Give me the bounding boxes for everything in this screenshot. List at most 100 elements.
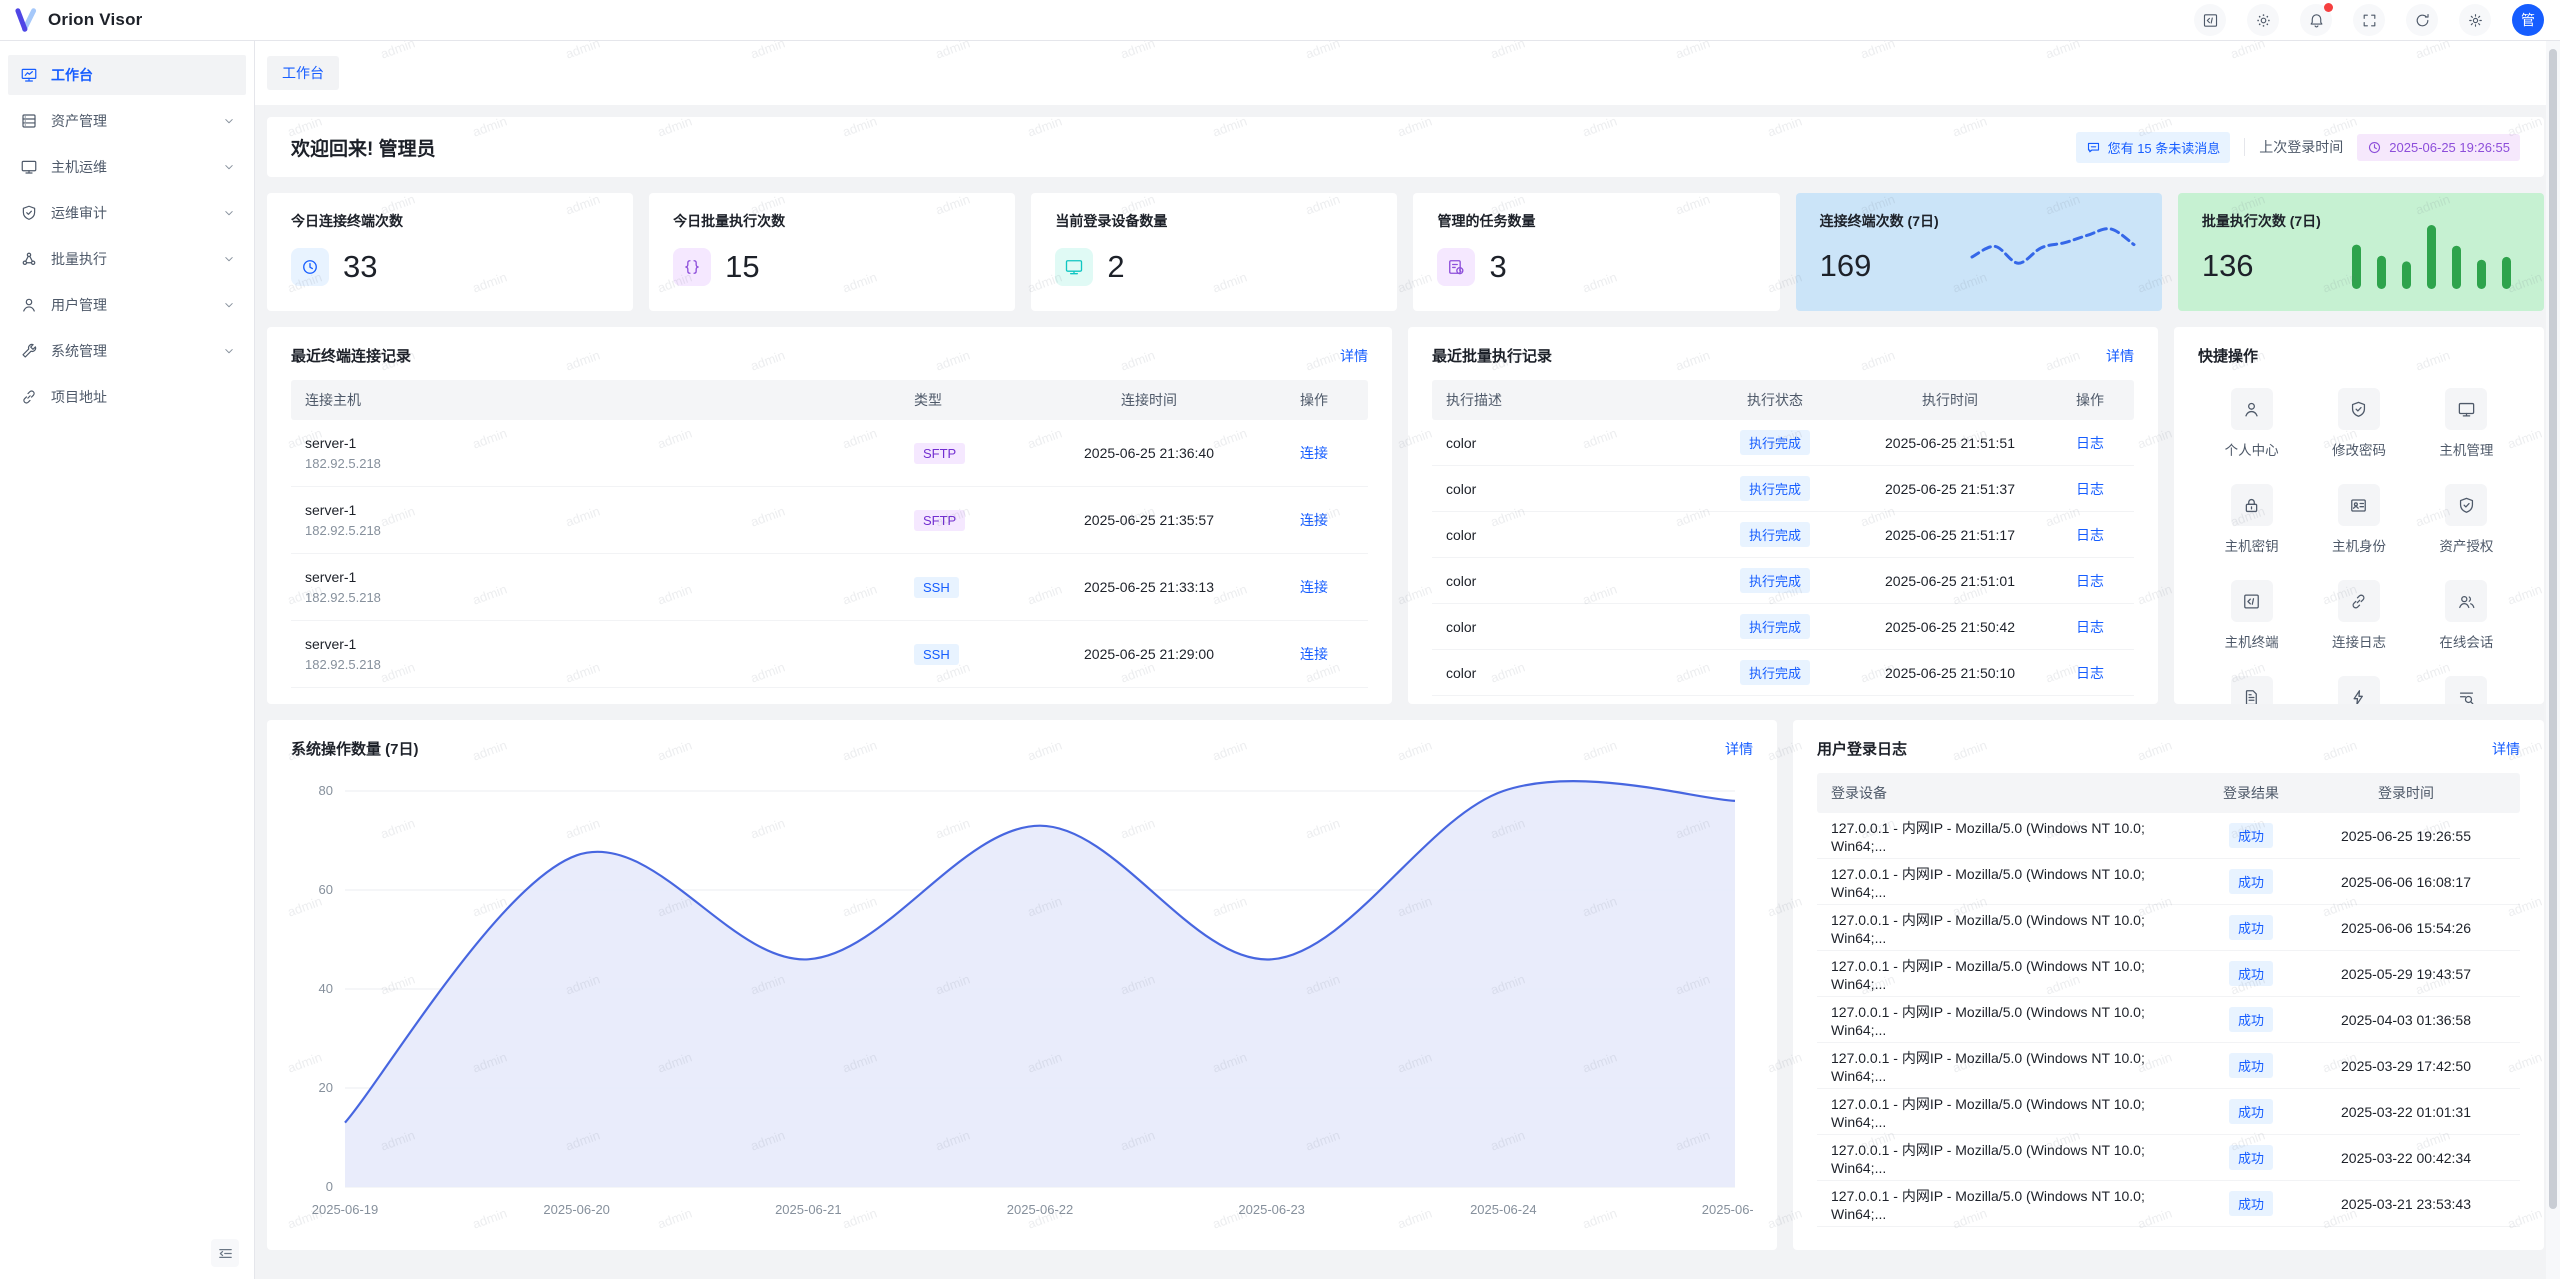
code-square-icon bbox=[2231, 580, 2273, 622]
exec-description: color bbox=[1446, 665, 1710, 681]
quick-action-connection-log[interactable]: 连接日志 bbox=[2305, 580, 2412, 651]
login-device: 127.0.0.1 - 内网IP - Mozilla/5.0 (Windows … bbox=[1831, 1094, 2196, 1130]
refresh-button[interactable] bbox=[2406, 4, 2438, 36]
col-login-result: 登录结果 bbox=[2196, 783, 2306, 803]
svg-text:2025-06-24: 2025-06-24 bbox=[1470, 1202, 1537, 1217]
login-table-header: 登录设备 登录结果 登录时间 bbox=[1817, 773, 2520, 813]
stats-row: 今日连接终端次数 33 今日批量执行次数 15 当前登录设备数量 2 管理的任务… bbox=[267, 193, 2544, 311]
terminal-connection-row: server-1 182.92.5.218 SFTP 2025-06-25 21… bbox=[291, 420, 1368, 487]
login-log-detail-link[interactable]: 详情 bbox=[2492, 739, 2520, 759]
scrollbar-thumb[interactable] bbox=[2549, 49, 2557, 1209]
stat-label: 管理的任务数量 bbox=[1437, 211, 1755, 231]
protocol-badge: SFTP bbox=[914, 443, 965, 464]
login-device: 127.0.0.1 - 内网IP - Mozilla/5.0 (Windows … bbox=[1831, 864, 2196, 900]
monitor-icon bbox=[1055, 248, 1093, 286]
id-card-icon bbox=[2338, 484, 2380, 526]
col-exec-desc: 执行描述 bbox=[1446, 390, 1710, 410]
exec-status-badge: 执行完成 bbox=[1740, 568, 1810, 593]
ops-chart-detail-link[interactable]: 详情 bbox=[1725, 739, 1753, 759]
login-result-badge: 成功 bbox=[2229, 915, 2273, 940]
log-link[interactable]: 日志 bbox=[2076, 619, 2104, 635]
log-link[interactable]: 日志 bbox=[2076, 573, 2104, 589]
theme-sun-button[interactable] bbox=[2247, 4, 2279, 36]
terminal-card-title: 最近终端连接记录 bbox=[291, 345, 411, 366]
scrollbar-track[interactable] bbox=[2546, 41, 2560, 1279]
connect-time: 2025-06-25 21:33:13 bbox=[1024, 579, 1274, 595]
connect-link[interactable]: 连接 bbox=[1300, 646, 1328, 662]
login-log-row: 127.0.0.1 - 内网IP - Mozilla/5.0 (Windows … bbox=[1817, 1135, 2520, 1181]
sidebar-item-project-url[interactable]: 项目地址 bbox=[8, 377, 246, 417]
quick-action-label: 在线会话 bbox=[2413, 631, 2520, 651]
quick-action-execution-log[interactable]: 执行日志 bbox=[2413, 676, 2520, 704]
connect-link[interactable]: 连接 bbox=[1300, 512, 1328, 528]
login-log-card: 用户登录日志 详情 登录设备 登录结果 登录时间 127.0.0.1 - 内网I… bbox=[1793, 720, 2544, 1250]
user-avatar[interactable]: 管 bbox=[2512, 4, 2544, 36]
bottom-row: 系统操作数量 (7日) 详情 0204060802025-06-192025-0… bbox=[267, 720, 2544, 1250]
sidebar-collapse-button[interactable] bbox=[211, 1239, 239, 1267]
connect-link[interactable]: 连接 bbox=[1300, 445, 1328, 461]
sidebar-item-label: 主机运维 bbox=[51, 157, 209, 177]
protocol-badge: SFTP bbox=[914, 510, 965, 531]
col-exec-time: 执行时间 bbox=[1840, 390, 2060, 410]
quick-action-file-operation-log[interactable]: 文件操作日志 bbox=[2198, 676, 2305, 704]
exec-detail-link[interactable]: 详情 bbox=[2106, 346, 2134, 366]
quick-action-change-password[interactable]: 修改密码 bbox=[2305, 388, 2412, 459]
clock-icon bbox=[2367, 140, 2382, 155]
code-square-button[interactable] bbox=[2194, 4, 2226, 36]
connect-link[interactable]: 连接 bbox=[1300, 579, 1328, 595]
quick-action-host-identity[interactable]: 主机身份 bbox=[2305, 484, 2412, 555]
quick-action-host-key[interactable]: 主机密钥 bbox=[2198, 484, 2305, 555]
sidebar-item-label: 系统管理 bbox=[51, 341, 209, 361]
quick-action-label: 主机终端 bbox=[2198, 631, 2305, 651]
svg-text:20: 20 bbox=[319, 1080, 333, 1095]
svg-text:2025-06-21: 2025-06-21 bbox=[775, 1202, 842, 1217]
breadcrumb-workbench[interactable]: 工作台 bbox=[267, 56, 339, 90]
quick-action-command-execution[interactable]: 命令执行 bbox=[2305, 676, 2412, 704]
unread-messages-pill[interactable]: 您有 15 条未读消息 bbox=[2076, 132, 2231, 163]
log-link[interactable]: 日志 bbox=[2076, 665, 2104, 681]
sidebar-item-host-operations[interactable]: 主机运维 bbox=[8, 147, 246, 187]
col-exec-action: 操作 bbox=[2060, 390, 2120, 410]
quick-action-asset-authorization[interactable]: 资产授权 bbox=[2413, 484, 2520, 555]
quick-action-host-terminal[interactable]: 主机终端 bbox=[2198, 580, 2305, 651]
sidebar-item-asset-management[interactable]: 资产管理 bbox=[8, 101, 246, 141]
log-link[interactable]: 日志 bbox=[2076, 435, 2104, 451]
sidebar-item-system-management[interactable]: 系统管理 bbox=[8, 331, 246, 371]
fullscreen-button[interactable] bbox=[2353, 4, 2385, 36]
sidebar-item-label: 批量执行 bbox=[51, 249, 209, 269]
svg-text:60: 60 bbox=[319, 882, 333, 897]
sidebar-item-workbench[interactable]: 工作台 bbox=[8, 55, 246, 95]
link-icon bbox=[20, 388, 38, 406]
exec-description: color bbox=[1446, 481, 1710, 497]
log-link[interactable]: 日志 bbox=[2076, 481, 2104, 497]
notification-bell-button[interactable] bbox=[2300, 4, 2332, 36]
settings-gear-button[interactable] bbox=[2459, 4, 2491, 36]
quick-action-online-session[interactable]: 在线会话 bbox=[2413, 580, 2520, 651]
unread-messages-text: 您有 15 条未读消息 bbox=[2108, 138, 2221, 157]
chevron-down-icon bbox=[222, 344, 236, 358]
quick-action-label: 连接日志 bbox=[2305, 631, 2412, 651]
log-link[interactable]: 日志 bbox=[2076, 527, 2104, 543]
svg-text:2025-06-20: 2025-06-20 bbox=[543, 1202, 610, 1217]
login-time: 2025-06-06 15:54:26 bbox=[2306, 920, 2506, 936]
protocol-badge: SSH bbox=[914, 577, 959, 598]
login-log-row: 127.0.0.1 - 内网IP - Mozilla/5.0 (Windows … bbox=[1817, 905, 2520, 951]
login-time: 2025-06-06 16:08:17 bbox=[2306, 874, 2506, 890]
protocol-badge: SSH bbox=[914, 644, 959, 665]
sidebar-item-ops-audit[interactable]: 运维审计 bbox=[8, 193, 246, 233]
quick-action-personal-center[interactable]: 个人中心 bbox=[2198, 388, 2305, 459]
sidebar-item-batch-execution[interactable]: 批量执行 bbox=[8, 239, 246, 279]
wrench-icon bbox=[20, 342, 38, 360]
host-name: server-1 bbox=[305, 435, 914, 451]
sidebar-item-label: 用户管理 bbox=[51, 295, 209, 315]
sidebar-item-user-management[interactable]: 用户管理 bbox=[8, 285, 246, 325]
host-name: server-1 bbox=[305, 636, 914, 652]
quick-action-host-management[interactable]: 主机管理 bbox=[2413, 388, 2520, 459]
lock-icon bbox=[2231, 484, 2273, 526]
svg-text:2025-06-19: 2025-06-19 bbox=[312, 1202, 379, 1217]
brand: Orion Visor bbox=[0, 7, 142, 33]
spark-card-value: 136 bbox=[2202, 248, 2254, 284]
stat-value: 15 bbox=[725, 249, 759, 285]
batch-exec-row: color 执行完成 2025-06-25 21:50:10 日志 bbox=[1432, 650, 2134, 696]
terminal-detail-link[interactable]: 详情 bbox=[1340, 346, 1368, 366]
